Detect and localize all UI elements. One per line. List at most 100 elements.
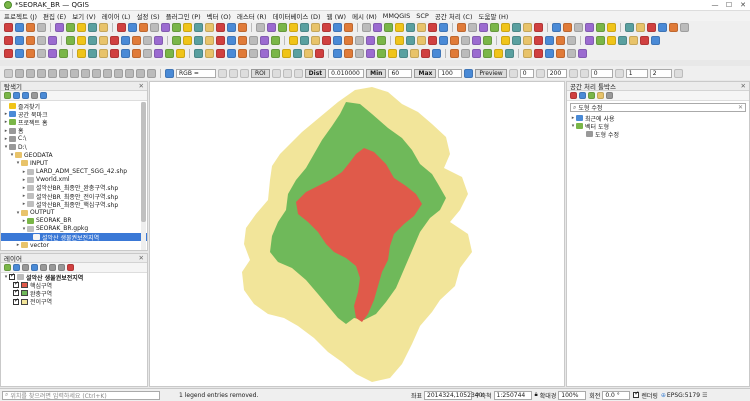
- menu-item[interactable]: 플러그인 (P): [166, 11, 201, 21]
- toolbar-tool-icon[interactable]: [205, 23, 214, 32]
- close-icon[interactable]: ✕: [741, 82, 749, 90]
- toolbar-tool-icon[interactable]: [428, 23, 437, 32]
- filter-icon[interactable]: [22, 92, 29, 99]
- toolbar-tool-icon[interactable]: [647, 23, 656, 32]
- toolbar-tool-icon[interactable]: [4, 49, 13, 58]
- toolbar-tool-icon[interactable]: [534, 36, 543, 45]
- toolbar-tool-icon[interactable]: [658, 23, 667, 32]
- toolbar-tool-icon[interactable]: [88, 23, 97, 32]
- toolbar-tool-icon[interactable]: [88, 49, 97, 58]
- browser-scrollbar[interactable]: [141, 102, 146, 250]
- toolbar-tool-icon[interactable]: [651, 36, 660, 45]
- toolbar-tool-icon[interactable]: [154, 36, 163, 45]
- toolbar-tool-icon[interactable]: [183, 23, 192, 32]
- menu-item[interactable]: 벡터 (O): [207, 11, 231, 21]
- crs-icon[interactable]: ⊕: [661, 392, 666, 399]
- close-icon[interactable]: ✕: [139, 82, 147, 90]
- toolbar-tool-icon[interactable]: [406, 23, 415, 32]
- toolbar-tool-icon[interactable]: [322, 36, 331, 45]
- toolbar-tool-icon[interactable]: [523, 36, 532, 45]
- filter-icon[interactable]: [31, 264, 38, 271]
- browser-item[interactable]: ▸ LARD_ADM_SECT_SGG_42.shp: [1, 168, 147, 176]
- toolbar-tool-icon[interactable]: [439, 23, 448, 32]
- preview-button[interactable]: Preview: [475, 68, 507, 78]
- toolbar-tool-icon[interactable]: [161, 23, 170, 32]
- expand-icon[interactable]: [49, 264, 56, 271]
- toolbar-tool-icon[interactable]: [322, 23, 331, 32]
- toolbar-tool-icon[interactable]: [55, 23, 64, 32]
- toolbar-tool-icon[interactable]: [461, 49, 470, 58]
- toolbar-tool-icon[interactable]: [37, 49, 46, 58]
- toolbar-tool-icon[interactable]: [417, 23, 426, 32]
- toolbar-tool-icon[interactable]: [176, 49, 185, 58]
- processing-search-value[interactable]: 도형 수정: [578, 103, 602, 112]
- toolbar-tool-icon[interactable]: [355, 36, 364, 45]
- toolbar-tool-icon[interactable]: [618, 36, 627, 45]
- toolbar-tool-icon[interactable]: [121, 49, 130, 58]
- toolbar-tool-icon[interactable]: [300, 23, 309, 32]
- layer-checkbox[interactable]: [13, 280, 19, 289]
- toolbar-tool-icon[interactable]: [48, 36, 57, 45]
- browser-item[interactable]: ▸ SEORAK_BR: [1, 217, 147, 225]
- toolbar-tool-icon[interactable]: [366, 49, 375, 58]
- toolbar-tool-icon[interactable]: [128, 23, 137, 32]
- toolbar-tool-icon[interactable]: [395, 23, 404, 32]
- browser-item[interactable]: ▾ INPUT: [1, 159, 147, 167]
- toolbar-tool-icon[interactable]: [121, 36, 130, 45]
- max-input[interactable]: 100: [438, 68, 463, 78]
- menu-item[interactable]: 도움말 (H): [478, 11, 508, 21]
- scp-icon[interactable]: [15, 68, 24, 78]
- menu-item[interactable]: 설정 (S): [136, 11, 159, 21]
- toolbar-tool-icon[interactable]: [194, 49, 203, 58]
- toolbar-tool-icon[interactable]: [139, 23, 148, 32]
- lock-icon[interactable]: 🔒︎: [535, 391, 538, 399]
- toolbar-tool-icon[interactable]: [315, 49, 324, 58]
- eye-icon[interactable]: [22, 264, 29, 271]
- toolbar-tool-icon[interactable]: [289, 23, 298, 32]
- toolbar-tool-icon[interactable]: [48, 49, 57, 58]
- toolbar-tool-icon[interactable]: [490, 23, 499, 32]
- toolbar-tool-icon[interactable]: [377, 49, 386, 58]
- toolbar-tool-icon[interactable]: [333, 23, 342, 32]
- min-input[interactable]: 60: [388, 68, 413, 78]
- toolbar-tool-icon[interactable]: [4, 23, 13, 32]
- toolbar-tool-icon[interactable]: [344, 23, 353, 32]
- minimize-icon[interactable]: —: [708, 1, 722, 9]
- toolbar-tool-icon[interactable]: [669, 23, 678, 32]
- toolbar-tool-icon[interactable]: [556, 49, 565, 58]
- toolbar-tool-icon[interactable]: [567, 49, 576, 58]
- scp-icon[interactable]: [579, 68, 589, 78]
- collapse-icon[interactable]: [58, 264, 65, 271]
- toolbar-tool-icon[interactable]: [512, 36, 521, 45]
- remove-icon[interactable]: [67, 264, 74, 271]
- toolbar-tool-icon[interactable]: [607, 23, 616, 32]
- toolbar-tool-icon[interactable]: [194, 36, 203, 45]
- toolbar-tool-icon[interactable]: [399, 49, 408, 58]
- toolbar-tool-icon[interactable]: [172, 36, 181, 45]
- style-icon[interactable]: [4, 264, 11, 271]
- toolbar-tool-icon[interactable]: [574, 23, 583, 32]
- scp-icon[interactable]: [535, 68, 545, 78]
- band-set-icon[interactable]: [165, 68, 174, 78]
- toolbar-tool-icon[interactable]: [512, 23, 521, 32]
- toolbar-tool-icon[interactable]: [479, 23, 488, 32]
- toolbar-tool-icon[interactable]: [260, 49, 269, 58]
- scp-icon[interactable]: [103, 68, 112, 78]
- toolbar-tool-icon[interactable]: [636, 23, 645, 32]
- roi-button[interactable]: ROI: [251, 68, 270, 78]
- toolbar-tool-icon[interactable]: [311, 23, 320, 32]
- scp-icon[interactable]: [568, 68, 578, 78]
- toolbar-tool-icon[interactable]: [66, 36, 75, 45]
- menu-item[interactable]: 프로젝트 (J): [4, 11, 37, 21]
- toolbar-tool-icon[interactable]: [249, 36, 258, 45]
- toolbar-tool-icon[interactable]: [384, 23, 393, 32]
- toolbar-tool-icon[interactable]: [15, 23, 24, 32]
- preview-icon[interactable]: [464, 68, 474, 78]
- toolbar-tool-icon[interactable]: [501, 23, 510, 32]
- toolbar-tool-icon[interactable]: [362, 23, 371, 32]
- scp-icon[interactable]: [282, 68, 292, 78]
- menu-item[interactable]: SCP: [416, 12, 429, 20]
- toolbar-tool-icon[interactable]: [523, 49, 532, 58]
- toolbar-tool-icon[interactable]: [461, 36, 470, 45]
- toolbar-tool-icon[interactable]: [417, 36, 426, 45]
